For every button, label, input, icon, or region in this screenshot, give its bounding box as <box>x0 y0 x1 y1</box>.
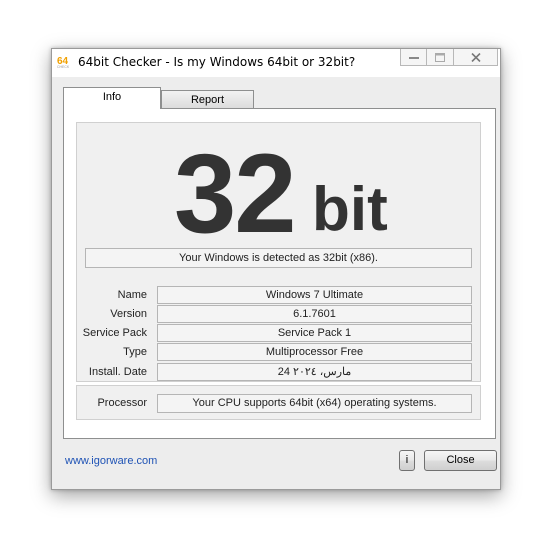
version-label: Version <box>110 308 147 320</box>
type-value: Multiprocessor Free <box>157 343 472 361</box>
install-date-label: Install. Date <box>88 366 147 378</box>
detected-message: Your Windows is detected as 32bit (x86). <box>85 248 472 268</box>
maximize-icon <box>435 52 445 62</box>
processor-label: Processor <box>97 397 147 409</box>
os-info-group: 32 bit Your Windows is detected as 32bit… <box>76 122 481 382</box>
close-button[interactable]: Close <box>424 450 497 471</box>
service-pack-value: Service Pack 1 <box>157 324 472 342</box>
about-button[interactable]: i <box>399 450 415 471</box>
name-label: Name <box>117 289 147 301</box>
install-date-value: مارس، ٢٠٢٤ 24 <box>157 363 472 381</box>
caption-buttons <box>400 49 498 67</box>
tab-info[interactable]: Info <box>63 87 161 109</box>
name-value: Windows 7 Ultimate <box>157 286 472 304</box>
tab-report[interactable]: Report <box>161 90 254 109</box>
close-icon <box>470 52 481 62</box>
title-bar[interactable]: 64 CHECK 64bit Checker - Is my Windows 6… <box>52 49 500 77</box>
processor-value: Your CPU supports 64bit (x64) operating … <box>157 394 472 413</box>
processor-group: Processor Your CPU supports 64bit (x64) … <box>76 385 481 420</box>
minimize-button[interactable] <box>400 49 427 66</box>
version-value: 6.1.7601 <box>157 305 472 323</box>
minimize-icon <box>408 57 419 59</box>
service-pack-label: Service Pack <box>82 327 147 339</box>
maximize-button[interactable] <box>427 49 454 66</box>
type-label: Type <box>123 346 147 358</box>
window-title: 64bit Checker - Is my Windows 64bit or 3… <box>78 55 356 69</box>
svg-text:CHECK: CHECK <box>57 65 70 69</box>
website-link[interactable]: www.igorware.com <box>65 455 157 467</box>
bitness-number: 32 <box>174 131 297 256</box>
bitness-unit: bit <box>312 175 388 244</box>
app-window: 64 CHECK 64bit Checker - Is my Windows 6… <box>51 48 501 490</box>
tab-panel-info: 32 bit Your Windows is detected as 32bit… <box>63 108 496 439</box>
app-64-icon: 64 CHECK <box>57 56 70 69</box>
close-window-button[interactable] <box>454 49 498 66</box>
